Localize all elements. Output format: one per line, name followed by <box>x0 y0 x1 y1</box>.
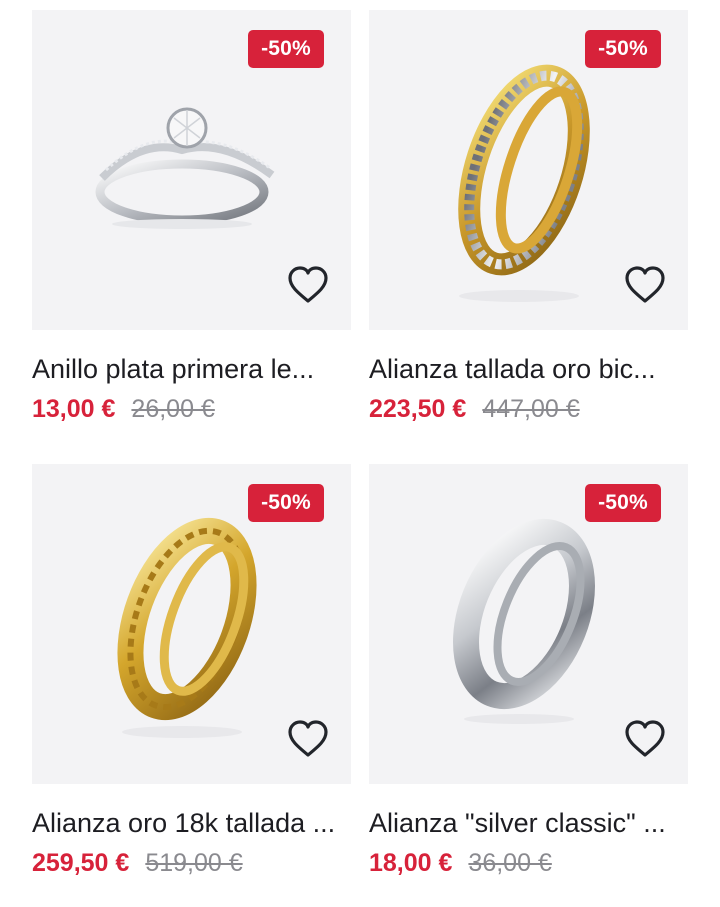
discount-badge: -50% <box>248 484 324 522</box>
original-price: 36,00 € <box>468 849 552 877</box>
sale-price: 259,50 € <box>32 849 130 877</box>
sale-price: 13,00 € <box>32 395 116 423</box>
product-image[interactable]: -50% <box>369 10 688 330</box>
product-title[interactable]: Alianza "silver classic" ... <box>369 806 688 840</box>
product-card[interactable]: -50% Alianza "silver classic" ... 18,00 … <box>369 464 688 881</box>
original-price: 447,00 € <box>482 395 580 423</box>
product-image[interactable]: -50% <box>369 464 688 784</box>
heart-outline-icon[interactable] <box>624 265 666 305</box>
original-price: 26,00 € <box>131 395 215 423</box>
product-image[interactable]: -50% <box>32 464 351 784</box>
product-card[interactable]: -50% Anillo plata primera le... 13,00 € … <box>32 10 351 427</box>
price-row: 13,00 € 26,00 € <box>32 395 351 427</box>
discount-badge: -50% <box>248 30 324 68</box>
product-card[interactable]: -50% Alianza oro 18k tallada ... 259,50 … <box>32 464 351 881</box>
sale-price: 223,50 € <box>369 395 467 423</box>
original-price: 519,00 € <box>145 849 243 877</box>
product-title[interactable]: Alianza tallada oro bic... <box>369 352 688 386</box>
heart-outline-icon[interactable] <box>287 719 329 759</box>
product-grid: -50% Anillo plata primera le... 13,00 € … <box>0 0 720 907</box>
heart-outline-icon[interactable] <box>287 265 329 305</box>
price-row: 18,00 € 36,00 € <box>369 849 688 881</box>
price-row: 259,50 € 519,00 € <box>32 849 351 881</box>
sale-price: 18,00 € <box>369 849 453 877</box>
product-title[interactable]: Alianza oro 18k tallada ... <box>32 806 351 840</box>
product-title[interactable]: Anillo plata primera le... <box>32 352 351 386</box>
discount-badge: -50% <box>585 30 661 68</box>
product-image[interactable]: -50% <box>32 10 351 330</box>
price-row: 223,50 € 447,00 € <box>369 395 688 427</box>
heart-outline-icon[interactable] <box>624 719 666 759</box>
product-card[interactable]: -50% Alianza tallada oro bic... 223,50 €… <box>369 10 688 427</box>
discount-badge: -50% <box>585 484 661 522</box>
